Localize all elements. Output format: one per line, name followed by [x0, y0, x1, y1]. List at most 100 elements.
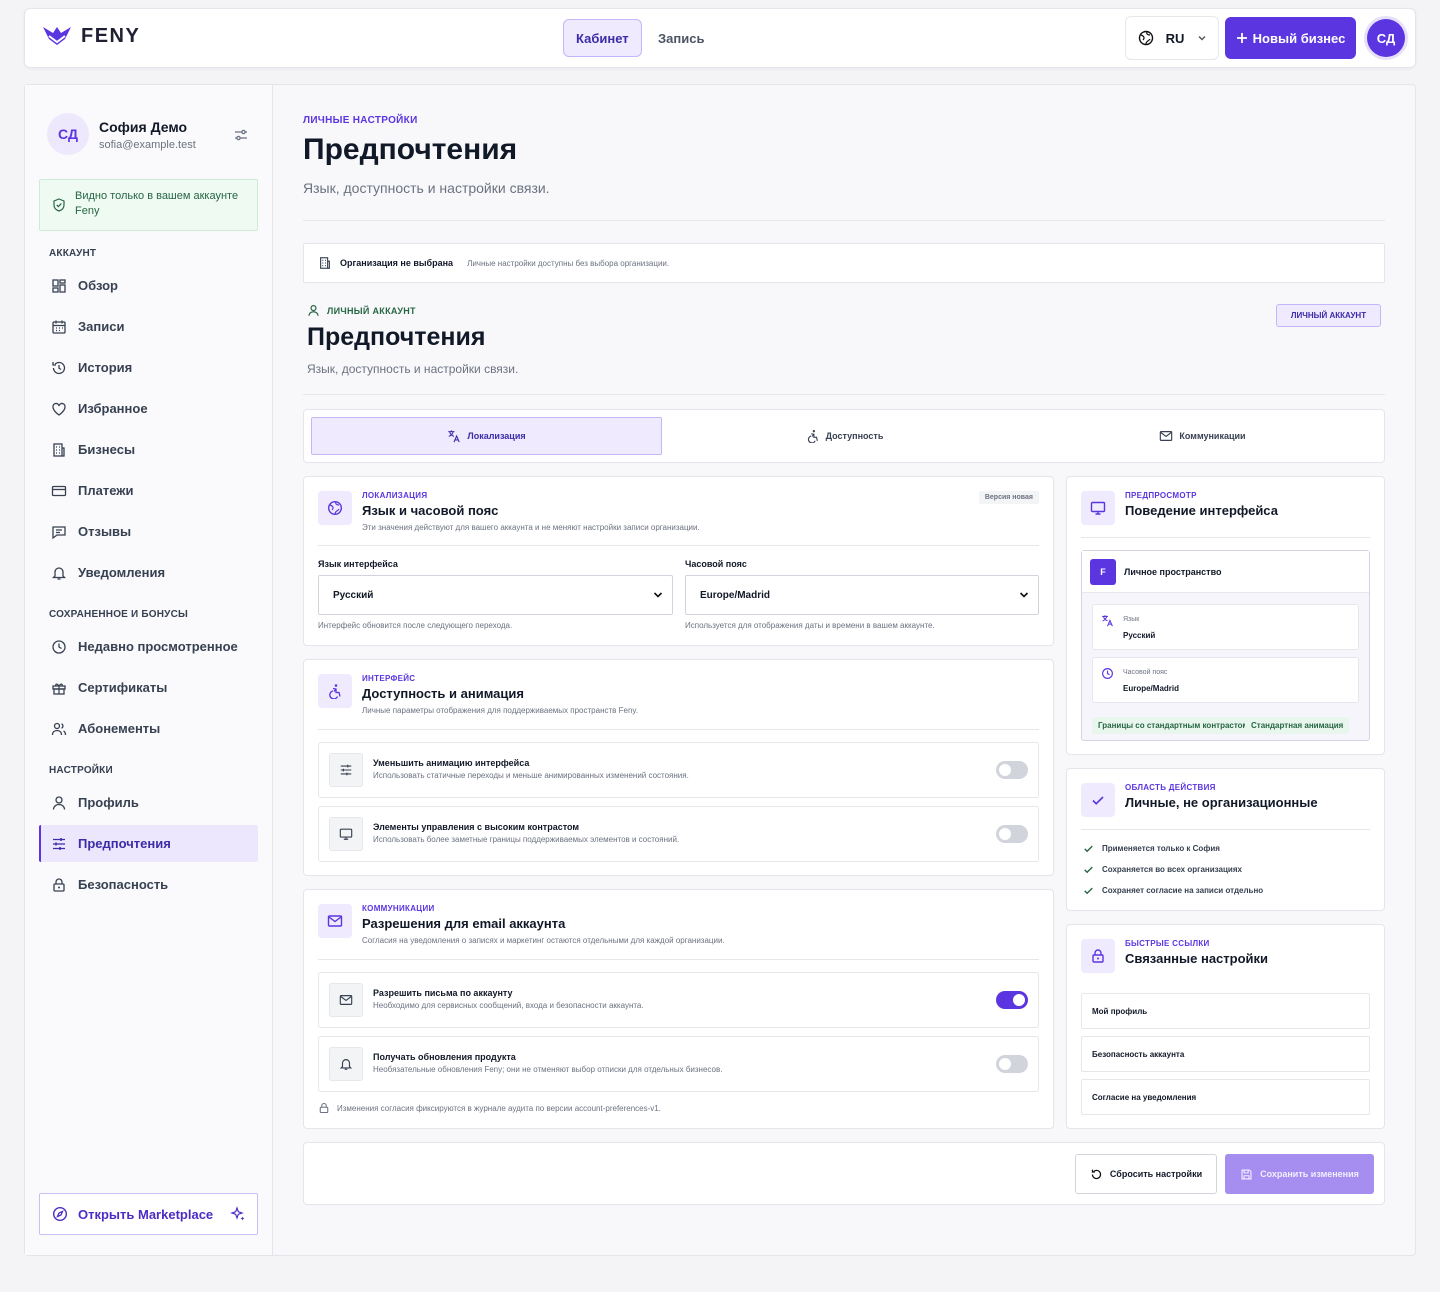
language-select-field[interactable]: Русский — [318, 575, 673, 615]
reset-label: Сбросить настройки — [1109, 1169, 1203, 1179]
version-badge: Версия новая — [978, 491, 1039, 504]
account-emails-title: Разрешить письма по аккаунту — [373, 988, 513, 998]
users-icon — [51, 722, 67, 735]
monitor-icon — [1090, 501, 1106, 515]
user-avatar[interactable]: СД — [1367, 19, 1405, 57]
communications-overline: КОММУНИКАЦИИ — [362, 904, 435, 913]
page-title: Предпочтения — [303, 133, 518, 166]
section-title: Предпочтения — [307, 323, 486, 351]
sidebar-avatar: СД — [47, 113, 89, 155]
page-subtitle: Язык, доступность и настройки связи. — [303, 180, 550, 196]
sidebar-item-security[interactable]: Безопасность — [39, 866, 258, 903]
sidebar-item-certificates[interactable]: Сертификаты — [39, 669, 258, 706]
account-emails-row: Разрешить письма по аккаунту Необходимо … — [318, 972, 1039, 1028]
scope-card: ОБЛАСТЬ ДЕЙСТВИЯ Личные, не организацион… — [1066, 768, 1385, 911]
communications-card: КОММУНИКАЦИИ Разрешения для email аккаун… — [303, 889, 1054, 1129]
link-notification-consent[interactable]: Согласие на уведомления — [1081, 1079, 1370, 1115]
sidebar-item-overview[interactable]: Обзор — [39, 267, 258, 304]
space-title: Личное пространство — [1124, 567, 1222, 577]
clock-icon — [1102, 668, 1113, 679]
main-content: ЛИЧНЫЕ НАСТРОЙКИ Предпочтения Язык, дост… — [273, 85, 1415, 1255]
high-contrast-toggle[interactable] — [996, 825, 1028, 843]
nav-cabinet[interactable]: Кабинет — [563, 19, 642, 57]
tab-accessibility[interactable]: Доступность — [669, 417, 1020, 455]
card-divider — [318, 729, 1039, 730]
visibility-notice: Видно только в вашем аккаунте Feny — [39, 179, 258, 231]
gift-icon — [52, 683, 66, 695]
preview-title: Поведение интерфейса — [1125, 503, 1278, 518]
language-value: Русский — [333, 589, 374, 601]
user-icon — [52, 795, 66, 810]
sidebar-item-preferences[interactable]: Предпочтения — [39, 825, 258, 862]
tab-localization[interactable]: Локализация — [311, 417, 662, 455]
lock-icon — [1092, 949, 1104, 963]
scope-item-text: Применяется только к София — [1102, 844, 1220, 853]
scope-item: Сохраняет согласие на записи отдельно — [1083, 885, 1263, 896]
sidebar-item-businesses[interactable]: Бизнесы — [39, 431, 258, 468]
communications-title: Разрешения для email аккаунта — [362, 916, 566, 931]
sidebar-item-profile[interactable]: Профиль — [39, 784, 258, 821]
sidebar-item-recent[interactable]: Недавно просмотренное — [39, 628, 258, 665]
product-updates-toggle[interactable] — [996, 1055, 1028, 1073]
sidebar-item-label: Платежи — [78, 483, 134, 498]
sidebar-item-reviews[interactable]: Отзывы — [39, 513, 258, 550]
timezone-select-field[interactable]: Europe/Madrid — [685, 575, 1039, 615]
communications-tile — [318, 904, 352, 938]
tab-communications[interactable]: Коммуникации — [1027, 417, 1378, 455]
open-marketplace-button[interactable]: Открыть Marketplace — [39, 1193, 258, 1235]
chevron-down-icon — [1019, 592, 1029, 598]
user-icon — [308, 305, 319, 316]
check-icon — [1084, 845, 1093, 853]
sidebar-item-bookings[interactable]: Записи — [39, 308, 258, 345]
nav-booking[interactable]: Запись — [646, 19, 716, 57]
translate-icon — [1102, 615, 1113, 627]
grid-icon — [52, 278, 66, 293]
card-divider — [318, 545, 1039, 546]
link-account-security[interactable]: Безопасность аккаунта — [1081, 1036, 1370, 1072]
card-divider — [1081, 537, 1370, 538]
tab-label: Доступность — [825, 431, 884, 441]
timezone-hint: Используется для отображения даты и врем… — [685, 621, 935, 630]
sidebar-item-payments[interactable]: Платежи — [39, 472, 258, 509]
reduce-motion-toggle[interactable] — [996, 761, 1028, 779]
space-badge: F — [1090, 559, 1116, 585]
preview-overline: ПРЕДПРОСМОТР — [1125, 491, 1197, 500]
accessibility-card: ИНТЕРФЕЙС Доступность и анимация Личные … — [303, 659, 1054, 876]
link-my-profile[interactable]: Мой профиль — [1081, 993, 1370, 1029]
building-icon — [320, 257, 330, 269]
organization-banner: Организация не выбрана Личные настройки … — [303, 243, 1385, 283]
preview-language-value: Русский — [1123, 631, 1156, 640]
audit-note-text: Изменения согласия фиксируются в журнале… — [337, 1103, 661, 1113]
new-business-button[interactable]: Новый бизнес — [1225, 17, 1356, 59]
account-emails-toggle[interactable] — [996, 991, 1028, 1009]
settings-sliders-icon[interactable] — [233, 127, 249, 143]
language-code: RU — [1165, 30, 1185, 46]
sidebar-item-favorites[interactable]: Избранное — [39, 390, 258, 427]
reduce-motion-tile — [329, 753, 363, 787]
sidebar-item-subscriptions[interactable]: Абонементы — [39, 710, 258, 747]
sidebar-item-notifications[interactable]: Уведомления — [39, 554, 258, 591]
personal-account-badge: ЛИЧНЫЙ АККАУНТ — [1276, 304, 1381, 327]
timezone-value: Europe/Madrid — [700, 589, 771, 601]
chevron-down-icon — [1198, 36, 1206, 41]
sidebar-item-label: Безопасность — [78, 877, 169, 892]
section-subtitle: Язык, доступность и настройки связи. — [307, 362, 519, 376]
heart-icon — [52, 402, 66, 416]
reset-button[interactable]: Сбросить настройки — [1075, 1154, 1217, 1194]
bell-icon — [51, 566, 67, 580]
top-bar: FENY Кабинет Запись RU Новый бизнес СД — [24, 8, 1416, 68]
accessibility-subtitle: Личные параметры отображения для поддерж… — [362, 706, 639, 715]
audit-note: Изменения согласия фиксируются в журнале… — [318, 1102, 661, 1114]
brand-logo[interactable]: FENY — [41, 23, 140, 49]
mail-icon — [339, 995, 353, 1005]
language-select[interactable]: RU — [1125, 16, 1219, 60]
scope-tile — [1081, 783, 1115, 817]
sidebar: СД София Демо sofia@example.test Видно т… — [25, 85, 273, 1255]
save-label: Сохранить изменения — [1260, 1169, 1359, 1179]
save-button[interactable]: Сохранить изменения — [1225, 1154, 1374, 1194]
calendar-icon — [52, 320, 66, 334]
tab-label: Локализация — [467, 431, 526, 441]
sidebar-item-history[interactable]: История — [39, 349, 258, 386]
scope-overline: ОБЛАСТЬ ДЕЙСТВИЯ — [1125, 783, 1216, 792]
shield-check-icon — [53, 198, 65, 212]
